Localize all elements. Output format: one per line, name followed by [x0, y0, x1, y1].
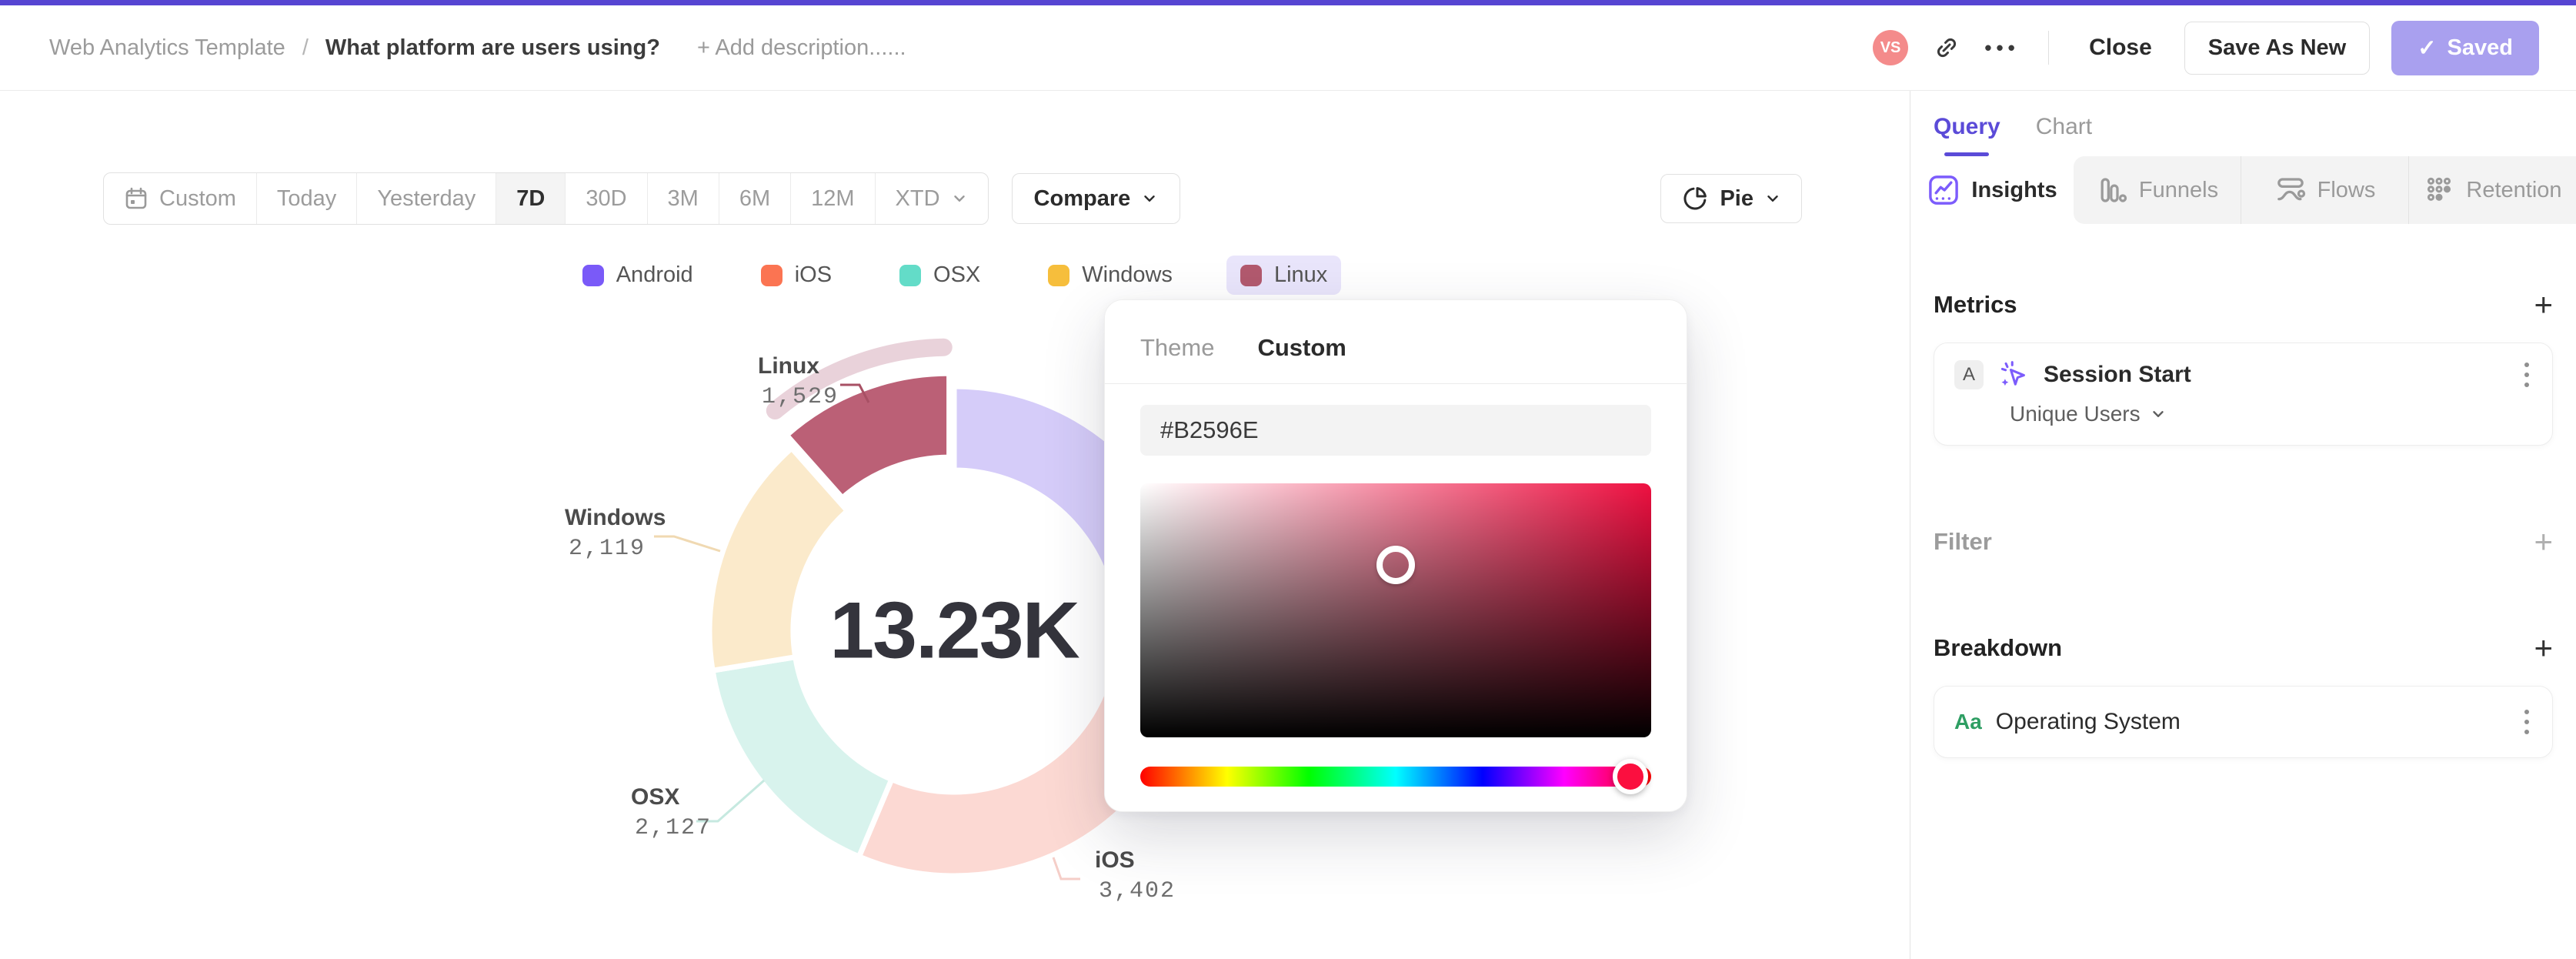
inactive-tabs-block: Funnels Flows Retention: [2074, 156, 2576, 224]
metric-card[interactable]: A Session Start Unique Users: [1934, 342, 2553, 446]
tab-chart[interactable]: Chart: [2036, 114, 2092, 156]
tab-custom[interactable]: Custom: [1257, 334, 1346, 362]
slice-label-name: OSX: [631, 784, 680, 810]
tab-label: Flows: [2317, 177, 2376, 202]
series-badge: A: [1954, 360, 1984, 389]
filter-title: Filter: [1934, 528, 1992, 555]
tab-label: Funnels: [2138, 177, 2219, 202]
breadcrumb-separator: /: [302, 35, 309, 60]
metric-event-name[interactable]: Session Start: [2044, 362, 2191, 388]
add-metric-button[interactable]: +: [2534, 289, 2553, 321]
color-picker-tabs: Theme Custom: [1140, 334, 1651, 362]
breadcrumb: Web Analytics Template / What platform a…: [49, 35, 906, 61]
label-connector-ios: [1052, 857, 1080, 880]
hue-handle[interactable]: [1613, 759, 1649, 794]
page-title[interactable]: What platform are users using?: [325, 35, 660, 61]
breakdown-section-header: Breakdown +: [1934, 632, 2553, 664]
header-actions: VS ••• Close Save As New ✓ Saved: [1873, 20, 2539, 75]
chevron-down-icon: [2150, 406, 2167, 423]
aggregation-label: Unique Users: [2010, 402, 2141, 426]
tab-label: Query: [1934, 114, 2000, 139]
retention-icon: [2423, 174, 2455, 206]
slice-label-name: iOS: [1095, 847, 1135, 873]
ellipsis-icon: •••: [1984, 35, 2020, 59]
slice-label-windows: Windows 2,119: [565, 503, 666, 564]
pie-slice-osx[interactable]: [709, 654, 895, 860]
tab-theme[interactable]: Theme: [1140, 334, 1214, 362]
web-analytics-app: Web Analytics Template / What platform a…: [0, 0, 2576, 959]
slice-label-value: 1,529: [762, 384, 839, 410]
insight-type-tabs: Insights Funnels Flows Retention: [1910, 156, 2576, 224]
tab-insights[interactable]: Insights: [1910, 156, 2074, 224]
slice-label-osx: OSX 2,127: [631, 782, 712, 844]
color-cursor[interactable]: [1376, 545, 1415, 584]
saved-button[interactable]: ✓ Saved: [2391, 20, 2539, 75]
check-icon: ✓: [2418, 35, 2437, 61]
avatar[interactable]: VS: [1873, 30, 1909, 65]
flows-icon: [2274, 174, 2307, 206]
funnels-icon: [2096, 174, 2128, 206]
slice-label-ios: iOS 3,402: [1095, 845, 1176, 907]
metrics-section-header: Metrics +: [1934, 289, 2553, 321]
link-icon: [1933, 34, 1960, 62]
close-button[interactable]: Close: [2089, 35, 2152, 61]
tab-label: Retention: [2466, 177, 2562, 202]
share-link-button[interactable]: [1930, 31, 1964, 65]
aggregation-select[interactable]: Unique Users: [2010, 402, 2532, 426]
sidebar-body: Metrics + A Session Start Unique Users F…: [1910, 289, 2576, 758]
chart-center-total: 13.23K: [829, 586, 1079, 676]
breakdown-property-name[interactable]: Operating System: [1996, 709, 2181, 735]
add-filter-button[interactable]: +: [2534, 526, 2553, 558]
slice-label-linux: Linux 1,529: [758, 351, 839, 413]
chart-area: Custom Today Yesterday 7D 30D 3M 6M 12M …: [0, 91, 1910, 959]
slice-label-name: Windows: [565, 505, 666, 530]
property-type-badge: Aa: [1954, 710, 1982, 733]
saturation-value-area[interactable]: [1140, 483, 1651, 737]
insights-icon: [1927, 173, 1960, 207]
hue-slider[interactable]: [1140, 759, 1651, 794]
add-description-button[interactable]: + Add description......: [697, 35, 906, 61]
hex-color-input[interactable]: [1140, 405, 1651, 456]
tab-label: Insights: [1971, 177, 2057, 202]
query-sidebar: Query Chart Insights Funnels Flows Reten…: [1910, 91, 2576, 959]
main: Custom Today Yesterday 7D 30D 3M 6M 12M …: [0, 91, 2576, 959]
tab-query[interactable]: Query: [1934, 114, 2000, 156]
slice-label-value: 2,127: [635, 815, 712, 841]
header: Web Analytics Template / What platform a…: [0, 5, 2576, 91]
breakdown-options-button[interactable]: [2521, 707, 2532, 737]
tab-flows[interactable]: Flows: [2241, 156, 2408, 224]
tab-funnels[interactable]: Funnels: [2074, 156, 2241, 224]
add-breakdown-button[interactable]: +: [2534, 632, 2553, 664]
picker-divider: [1105, 383, 1687, 384]
breakdown-title: Breakdown: [1934, 634, 2063, 661]
color-picker-popup: Theme Custom: [1104, 299, 1687, 812]
more-options-button[interactable]: •••: [1984, 31, 2020, 65]
top-accent-bar: [0, 0, 2576, 5]
metric-options-button[interactable]: [2521, 359, 2532, 390]
tab-label: Chart: [2035, 114, 2093, 139]
header-divider: [2048, 31, 2050, 65]
save-as-new-button[interactable]: Save As New: [2184, 21, 2371, 75]
breadcrumb-root[interactable]: Web Analytics Template: [49, 35, 285, 61]
breakdown-card[interactable]: Aa Operating System: [1934, 686, 2553, 758]
sidebar-tabs: Query Chart: [1910, 91, 2576, 156]
tab-retention[interactable]: Retention: [2408, 156, 2576, 224]
metrics-title: Metrics: [1934, 291, 2017, 318]
slice-label-value: 3,402: [1099, 878, 1176, 904]
metric-row: A Session Start: [1954, 359, 2532, 391]
filter-section-header: Filter +: [1934, 526, 2553, 558]
saved-label: Saved: [2447, 35, 2513, 60]
cursor-sparkle-icon: [1997, 359, 2030, 391]
slice-label-name: Linux: [758, 353, 819, 379]
slice-label-value: 2,119: [569, 536, 646, 562]
